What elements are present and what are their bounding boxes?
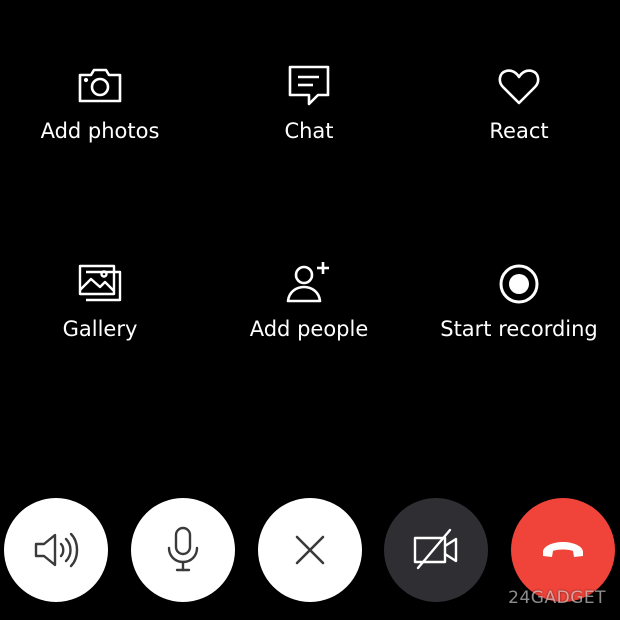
microphone-icon <box>167 526 199 572</box>
video-off-button[interactable] <box>384 498 488 602</box>
speaker-icon <box>34 532 79 568</box>
add-photos-label: Add photos <box>40 119 160 143</box>
gallery-icon <box>78 264 122 302</box>
start-recording-label: Start recording <box>440 317 598 341</box>
add-photos-action[interactable]: Add photos <box>0 62 200 144</box>
add-person-icon <box>286 262 329 303</box>
heart-icon <box>498 69 540 105</box>
gallery-action[interactable]: Gallery <box>0 260 200 342</box>
close-button[interactable] <box>258 498 362 602</box>
add-people-action[interactable]: Add people <box>209 260 409 342</box>
chat-label: Chat <box>284 119 334 143</box>
chat-action[interactable]: Chat <box>209 62 409 144</box>
add-people-label: Add people <box>249 317 369 341</box>
record-icon <box>499 264 539 304</box>
camera-icon <box>78 68 122 103</box>
speaker-button[interactable] <box>4 498 108 602</box>
microphone-button[interactable] <box>131 498 235 602</box>
watermark: 24GADGET <box>508 588 606 608</box>
gallery-label: Gallery <box>62 317 138 341</box>
react-label: React <box>489 119 549 143</box>
chat-icon <box>288 65 330 106</box>
close-icon <box>295 535 325 565</box>
hang-up-icon <box>543 542 583 557</box>
start-recording-action[interactable]: Start recording <box>419 260 619 342</box>
video-off-icon <box>413 528 458 570</box>
react-action[interactable]: React <box>419 62 619 144</box>
end-call-button[interactable] <box>511 498 615 602</box>
